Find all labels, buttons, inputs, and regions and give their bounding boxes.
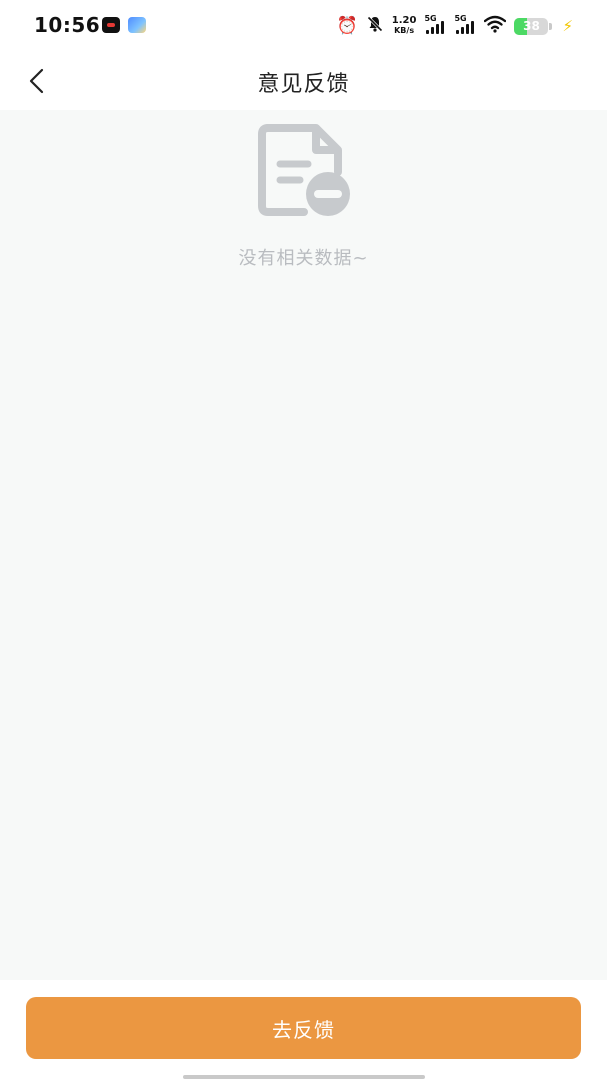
empty-message: 没有相关数据~ (238, 248, 369, 269)
home-indicator[interactable] (183, 1075, 425, 1079)
wifi-icon (484, 15, 507, 37)
charging-icon: ⚡ (562, 17, 573, 35)
navigation-bar: 意见反馈 (0, 52, 607, 110)
status-bar: 10:56 ⏰ 1.20 KB/s 5G 5G 38 ⚡ (0, 0, 607, 52)
signal-icon: 5G (454, 14, 476, 36)
battery-level: 38 (523, 18, 540, 33)
network-speed: 1.20 KB/s (392, 16, 417, 36)
status-icons: ⏰ 1.20 KB/s 5G 5G 38 ⚡ (337, 14, 573, 38)
battery-icon: 38 (514, 17, 553, 35)
page-title: 意见反馈 (257, 72, 350, 97)
go-feedback-button[interactable]: 去反馈 (26, 997, 581, 1059)
mute-bell-icon (366, 15, 384, 37)
status-time: 10:56 (34, 13, 101, 37)
bottom-action-area: 去反馈 (0, 980, 607, 1080)
alarm-icon: ⏰ (336, 16, 358, 36)
network-speed-value: 1.20 (391, 15, 417, 26)
signal-icon: 5G (424, 14, 446, 36)
blue-app-icon (128, 17, 146, 33)
red-app-icon (102, 17, 120, 33)
network-speed-unit: KB/s (394, 26, 415, 35)
document-minus-icon (258, 124, 350, 216)
